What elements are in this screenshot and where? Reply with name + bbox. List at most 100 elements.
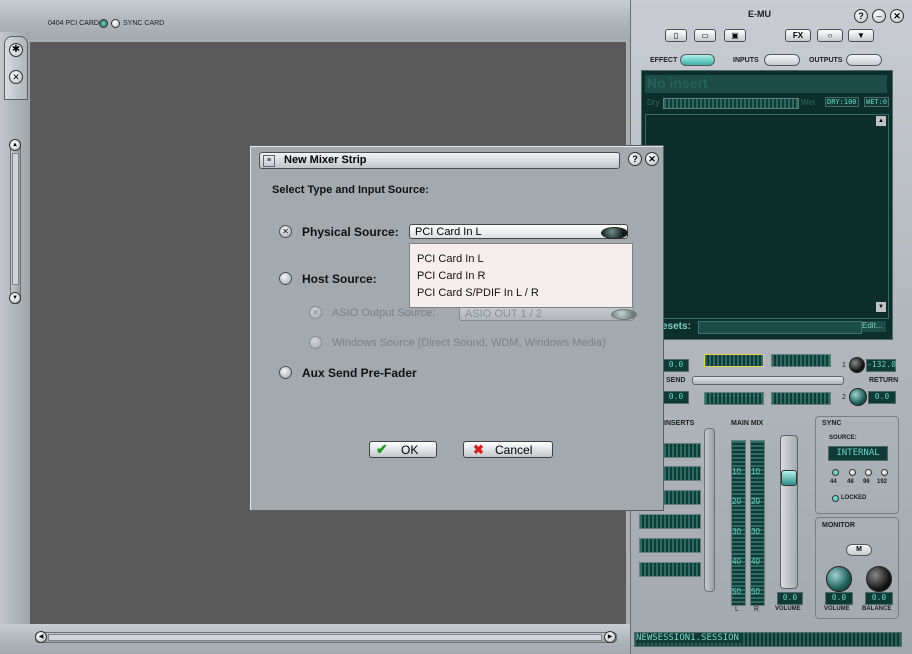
- rate-44: 44: [830, 479, 837, 485]
- aux-send-radio[interactable]: [279, 366, 292, 379]
- scroll-right-icon[interactable]: ▶: [604, 631, 616, 643]
- dropdown-option[interactable]: PCI Card S/PDIF In L / R: [410, 285, 632, 302]
- add-strip-icon[interactable]: ✱: [9, 43, 23, 57]
- monitor-volume-value: 0.0: [825, 592, 853, 605]
- new-mixer-strip-dialog: ≡ New Mixer Strip ? ✕: [249, 145, 664, 511]
- host-source-radio[interactable]: [279, 272, 292, 285]
- horizontal-scroll-thumb[interactable]: [48, 634, 602, 641]
- send-slider[interactable]: [692, 376, 844, 385]
- tab-inputs[interactable]: INPUTS: [733, 57, 759, 64]
- minimize-icon[interactable]: –: [872, 9, 886, 23]
- inputs-tab-button[interactable]: [764, 54, 800, 66]
- routing-icon[interactable]: ○: [817, 29, 843, 42]
- send-meter-1: [704, 354, 764, 367]
- cancel-button[interactable]: ✖ Cancel: [463, 441, 553, 458]
- presets-field[interactable]: [698, 321, 862, 334]
- dropdown-option[interactable]: PCI Card In R: [410, 268, 632, 285]
- insert-slot-5[interactable]: [639, 538, 701, 553]
- card-status-icon[interactable]: [99, 19, 108, 28]
- effect-list-scroll-up-icon[interactable]: ▲: [876, 116, 886, 126]
- cancel-x-icon: ✖: [473, 442, 484, 457]
- aux-send-label: Aux Send Pre-Fader: [302, 366, 417, 380]
- tab-effect[interactable]: EFFECT: [650, 57, 677, 64]
- main-volume-fader-handle[interactable]: [781, 470, 797, 486]
- remove-strip-icon[interactable]: ✕: [9, 70, 23, 84]
- send-meter-2: [771, 354, 831, 367]
- ok-button[interactable]: ✔ OK: [369, 441, 437, 458]
- menu-chevron-down-icon[interactable]: ▼: [848, 29, 874, 42]
- main-volume-fader-track[interactable]: [780, 435, 798, 589]
- asio-output-label: ASIO Output Source:: [332, 307, 436, 319]
- monitor-mute-button[interactable]: M: [846, 544, 872, 556]
- monitor-balance-knob[interactable]: [866, 566, 892, 592]
- meter-right-scale-20: 20: [751, 497, 760, 506]
- windows-source-radio[interactable]: [309, 336, 322, 349]
- send-bottom-value: 0.0: [663, 391, 689, 404]
- dialog-close-icon[interactable]: ✕: [645, 152, 659, 166]
- fx-button[interactable]: FX: [785, 29, 811, 42]
- inserts-scrollbar[interactable]: [704, 428, 715, 592]
- new-session-icon[interactable]: ▯: [665, 29, 687, 42]
- main-volume-value: 0.0: [777, 592, 803, 605]
- return-label: RETURN: [869, 377, 899, 384]
- physical-source-select[interactable]: PCI Card In L: [409, 224, 628, 239]
- physical-source-dropdown-button[interactable]: [601, 227, 628, 239]
- effect-list[interactable]: [645, 114, 889, 319]
- outputs-tab-button[interactable]: [846, 54, 882, 66]
- main-meter-left: [731, 440, 746, 606]
- save-session-icon[interactable]: ▣: [724, 29, 746, 42]
- dialog-heading: Select Type and Input Source:: [272, 184, 429, 196]
- insert-slot-4[interactable]: [639, 514, 701, 529]
- tab-outputs[interactable]: OUTPUTS: [809, 57, 842, 64]
- return-knob-1[interactable]: [849, 357, 865, 373]
- meter-scale-10: 10: [732, 467, 741, 476]
- session-name: NEWSESSION1.SESSION: [636, 633, 741, 643]
- effect-tab-button[interactable]: [680, 54, 715, 66]
- rate-192-led-icon[interactable]: [881, 469, 888, 476]
- asio-output-radio[interactable]: ✕: [309, 306, 322, 319]
- close-icon[interactable]: ✕: [890, 9, 904, 23]
- physical-source-radio[interactable]: ✕: [279, 225, 292, 238]
- asio-output-select[interactable]: ASIO OUT 1 / 2: [459, 306, 634, 321]
- dialog-title-bar[interactable]: ≡ New Mixer Strip: [259, 152, 620, 169]
- physical-source-label: Physical Source:: [302, 225, 399, 239]
- rate-96-led-icon[interactable]: [865, 469, 872, 476]
- return-value: -132.0: [866, 359, 896, 372]
- monitor-volume-label: VOLUME: [824, 606, 850, 612]
- meter-right-scale-30: 30: [751, 527, 760, 536]
- dialog-menu-icon[interactable]: ≡: [263, 155, 275, 167]
- wet-label: Wet: [801, 98, 816, 107]
- scroll-up-icon[interactable]: ▲: [9, 139, 21, 151]
- help-icon[interactable]: ?: [854, 9, 868, 23]
- dialog-title: New Mixer Strip: [284, 154, 367, 166]
- rate-48-led-icon[interactable]: [849, 469, 856, 476]
- effect-list-scroll-down-icon[interactable]: ▼: [876, 302, 886, 312]
- cancel-label: Cancel: [495, 443, 533, 457]
- dialog-help-icon[interactable]: ?: [628, 152, 642, 166]
- sync-status-icon[interactable]: [111, 19, 120, 28]
- dry-wet-slider[interactable]: [663, 98, 799, 109]
- main-volume-label: VOLUME: [775, 606, 801, 612]
- send-top-value: 0.0: [663, 359, 689, 372]
- return-top-number: 1: [842, 362, 846, 369]
- rate-44-led-icon[interactable]: [832, 469, 839, 476]
- insert-slot-6[interactable]: [639, 562, 701, 577]
- scroll-down-icon[interactable]: ▼: [9, 292, 21, 304]
- scroll-left-icon[interactable]: ◀: [35, 631, 47, 643]
- asio-dropdown-button[interactable]: [611, 309, 637, 320]
- rate-48: 48: [847, 479, 854, 485]
- rate-192: 192: [877, 479, 888, 485]
- dropdown-option[interactable]: PCI Card In L: [410, 251, 632, 268]
- return-bottom-value: 0.0: [868, 391, 896, 404]
- return-knob-2[interactable]: [849, 388, 867, 406]
- meter-scale-50: 50: [732, 587, 741, 596]
- scroll-thumb[interactable]: [12, 153, 19, 285]
- open-session-icon[interactable]: ▭: [694, 29, 716, 42]
- send-meter-4: [771, 392, 831, 405]
- meter-right-scale-50: 50: [751, 587, 760, 596]
- monitor-volume-knob[interactable]: [826, 566, 852, 592]
- main-meter-right: [750, 440, 765, 606]
- meter-scale-40: 40: [732, 557, 741, 566]
- sync-source-value[interactable]: INTERNAL: [828, 446, 888, 461]
- edit-presets-button[interactable]: Edit...: [862, 321, 886, 332]
